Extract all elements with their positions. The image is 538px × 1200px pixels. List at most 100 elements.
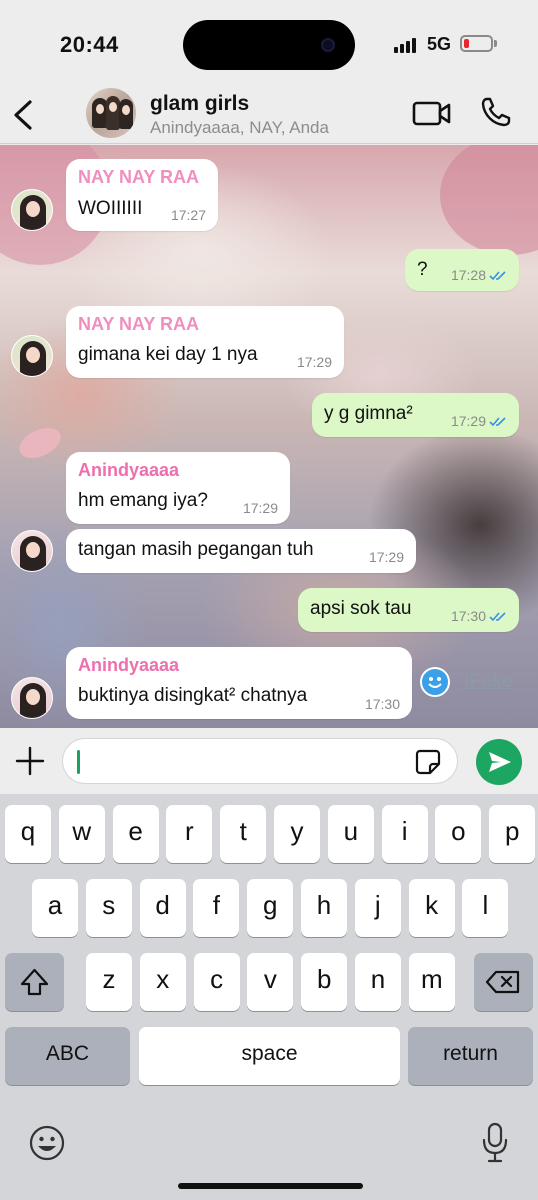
- key-h[interactable]: h: [301, 879, 347, 937]
- shift-arrow-icon: [20, 968, 49, 996]
- key-e[interactable]: e: [112, 805, 159, 863]
- message-time: 17:29: [296, 354, 332, 370]
- key-label: a: [47, 890, 63, 920]
- message-text: tangan masih pegangan tuh: [78, 539, 314, 560]
- key-f[interactable]: f: [193, 879, 240, 937]
- key-z[interactable]: z: [86, 953, 132, 1011]
- watermark-text: iFake: [464, 671, 513, 692]
- message-time: 17:28: [450, 267, 486, 283]
- key-i[interactable]: i: [381, 805, 428, 863]
- group-members[interactable]: Anindyaaaa, NAY, Anda: [150, 118, 329, 138]
- key-label: j: [374, 890, 381, 920]
- send-button[interactable]: [476, 739, 522, 785]
- message-time: 17:29: [450, 413, 486, 429]
- sender-name: Anindyaaaa: [78, 655, 180, 675]
- key-label: g: [262, 890, 278, 920]
- wallpaper-decor: [440, 145, 538, 255]
- message-time: 17:30: [450, 608, 486, 624]
- message-bubble[interactable]: Anindyaaaa buktinya disingkat² chatnya 1…: [66, 647, 412, 719]
- key-l[interactable]: l: [462, 879, 509, 937]
- chat-messages[interactable]: NAY NAY RAA WOIIIIII 17:27 ? 17:28 NAY N…: [0, 145, 538, 728]
- key-label: o: [451, 816, 466, 846]
- key-c[interactable]: c: [193, 953, 240, 1011]
- key-label: y: [290, 816, 304, 846]
- message-bubble[interactable]: Anindyaaaa hm emang iya? 17:29: [66, 452, 290, 524]
- shift-key[interactable]: [5, 953, 64, 1011]
- message-time: 17:27: [170, 207, 206, 223]
- message-text: ?: [417, 259, 428, 280]
- backspace-key[interactable]: [474, 953, 533, 1011]
- key-n[interactable]: n: [355, 953, 401, 1011]
- home-indicator[interactable]: [178, 1183, 363, 1189]
- key-r[interactable]: r: [166, 805, 213, 863]
- phone-icon: [481, 97, 511, 127]
- message-text: buktinya disingkat² chatnya: [78, 685, 308, 706]
- abc-key[interactable]: ABC: [5, 1027, 130, 1085]
- key-w[interactable]: w: [58, 805, 105, 863]
- message-text: gimana kei day 1 nya: [78, 344, 258, 365]
- message-bubble[interactable]: NAY NAY RAA WOIIIIII 17:27: [66, 159, 218, 231]
- group-title[interactable]: glam girls: [150, 92, 249, 116]
- network-type: 5G: [427, 34, 452, 54]
- key-g[interactable]: g: [247, 879, 294, 937]
- group-avatar[interactable]: [86, 88, 136, 138]
- key-k[interactable]: k: [408, 879, 455, 937]
- sender-avatar[interactable]: [11, 530, 53, 572]
- key-label: q: [20, 816, 36, 846]
- message-input[interactable]: [62, 738, 458, 784]
- return-key[interactable]: return: [408, 1027, 533, 1085]
- space-key[interactable]: space: [139, 1027, 400, 1085]
- key-label: s: [102, 890, 116, 920]
- key-d[interactable]: d: [139, 879, 186, 937]
- key-m[interactable]: m: [408, 953, 455, 1011]
- key-o[interactable]: o: [435, 805, 482, 863]
- key-label: v: [263, 964, 277, 994]
- battery-tip: [494, 40, 497, 47]
- sticker-button[interactable]: [415, 749, 441, 775]
- back-button[interactable]: [10, 98, 40, 132]
- message-time: 17:29: [368, 549, 404, 565]
- message-bubble[interactable]: ? 17:28: [405, 249, 519, 291]
- key-a[interactable]: a: [32, 879, 78, 937]
- sender-name: Anindyaaaa: [78, 460, 180, 480]
- key-p[interactable]: p: [489, 805, 536, 863]
- key-label: t: [239, 816, 247, 846]
- key-label: k: [425, 890, 439, 920]
- attach-button[interactable]: [14, 745, 46, 777]
- key-s[interactable]: s: [85, 879, 132, 937]
- sender-avatar[interactable]: [11, 677, 53, 719]
- read-receipt-icon: [489, 271, 506, 281]
- key-label: i: [401, 816, 408, 846]
- smiley-icon: [420, 667, 450, 697]
- message-bubble[interactable]: apsi sok tau 17:30: [298, 588, 519, 632]
- voice-call-button[interactable]: [480, 96, 512, 128]
- key-t[interactable]: t: [220, 805, 267, 863]
- message-bubble[interactable]: NAY NAY RAA gimana kei day 1 nya 17:29: [66, 306, 344, 378]
- key-label: f: [212, 890, 220, 920]
- sender-avatar[interactable]: [11, 189, 53, 231]
- video-call-button[interactable]: [412, 100, 452, 128]
- key-v[interactable]: v: [247, 953, 294, 1011]
- key-b[interactable]: b: [301, 953, 348, 1011]
- key-j[interactable]: j: [354, 879, 401, 937]
- key-label: p: [504, 816, 520, 846]
- microphone-icon: [482, 1122, 508, 1163]
- key-label: n: [370, 964, 386, 994]
- message-bubble[interactable]: tangan masih pegangan tuh 17:29: [66, 529, 416, 573]
- chevron-left-icon: [14, 100, 32, 130]
- key-label: d: [155, 890, 170, 920]
- composer-bar: [0, 728, 538, 794]
- dictation-button[interactable]: [480, 1122, 510, 1164]
- read-receipt-icon: [489, 417, 506, 427]
- key-q[interactable]: q: [5, 805, 51, 863]
- key-u[interactable]: u: [327, 805, 374, 863]
- emoji-keyboard-button[interactable]: [28, 1124, 66, 1162]
- return-key-label: return: [443, 1042, 498, 1065]
- text-caret: [77, 750, 80, 774]
- abc-key-label: ABC: [45, 1042, 90, 1065]
- message-bubble[interactable]: y g gimna² 17:29: [312, 393, 519, 437]
- key-x[interactable]: x: [139, 953, 186, 1011]
- sender-avatar[interactable]: [11, 335, 53, 377]
- message-text: apsi sok tau: [310, 598, 412, 619]
- key-y[interactable]: y: [274, 805, 320, 863]
